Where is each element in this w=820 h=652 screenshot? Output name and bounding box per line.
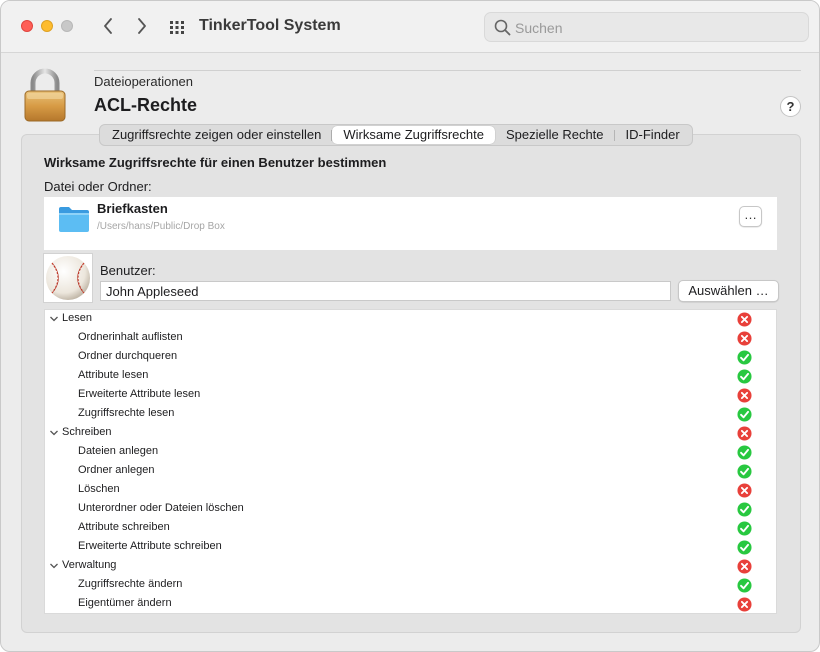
window-title: TinkerTool System [199,17,341,34]
denied-x-icon [737,388,752,403]
permission-label: Ordner durchqueren [78,350,178,362]
help-button[interactable]: ? [780,96,801,117]
permission-label: Schreiben [62,426,112,438]
search-field[interactable] [484,12,809,42]
granted-check-icon [737,464,752,479]
granted-check-icon [737,540,752,555]
permission-row[interactable]: Erweiterte Attribute schreiben [45,538,776,557]
permission-group-row[interactable]: Lesen [45,310,776,329]
page-title: ACL-Rechte [94,95,198,115]
denied-x-icon [737,597,752,612]
granted-check-icon [737,369,752,384]
permission-row[interactable]: Löschen [45,481,776,500]
permissions-list: Lesen Ordnerinhalt auflisten Ordner durchq… [44,309,777,614]
disclosure-chevron-icon[interactable] [49,561,59,571]
search-input[interactable] [515,18,795,38]
tab-show-set-permissions[interactable]: Zugriffsrechte zeigen oder einstellen [101,126,333,144]
permission-label: Erweiterte Attribute lesen [78,388,201,400]
permission-group-row[interactable]: Schreiben [45,424,776,443]
folder-icon [59,207,89,232]
permission-row[interactable]: Eigentümer ändern [45,595,776,614]
granted-check-icon [737,521,752,536]
back-button[interactable] [97,15,119,37]
permission-label: Löschen [78,483,120,495]
section-label: Dateioperationen [94,74,194,89]
permission-label: Unterordner oder Dateien löschen [78,502,244,514]
permission-label: Zugriffsrechte ändern [78,578,183,590]
permission-label: Dateien anlegen [78,445,159,457]
granted-check-icon [737,407,752,422]
file-path: /Users/hans/Public/Drop Box [97,221,225,232]
denied-x-icon [737,331,752,346]
header-divider [94,70,801,71]
permission-label: Eigentümer ändern [78,597,172,609]
permission-row[interactable]: Attribute lesen [45,367,776,386]
permission-label: Attribute lesen [78,369,149,381]
file-name: Briefkasten [97,201,168,216]
app-window: TinkerTool System Dateio [0,0,820,652]
permission-row[interactable]: Unterordner oder Dateien löschen [45,500,776,519]
permission-label: Zugriffsrechte lesen [78,407,175,419]
file-or-folder-label: Datei oder Ordner: [44,179,152,194]
permission-row[interactable]: Attribute schreiben [45,519,776,538]
tab-id-finder[interactable]: ID-Finder [615,126,691,144]
permission-row[interactable]: Erweiterte Attribute lesen [45,386,776,405]
permission-row[interactable]: Ordner anlegen [45,462,776,481]
granted-check-icon [737,578,752,593]
lock-icon[interactable] [23,67,67,123]
panel-heading: Wirksame Zugriffsrechte für einen Benutz… [44,155,387,170]
permission-row[interactable]: Zugriffsrechte lesen [45,405,776,424]
tab-bar: Zugriffsrechte zeigen oder einstellen Wi… [99,124,693,146]
granted-check-icon [737,445,752,460]
show-all-grid-icon[interactable] [169,19,185,35]
choose-user-button[interactable]: Auswählen … [678,280,779,302]
disclosure-chevron-icon[interactable] [49,428,59,438]
forward-button[interactable] [131,15,153,37]
user-field[interactable] [100,281,671,301]
denied-x-icon [737,483,752,498]
permission-label: Ordner anlegen [78,464,155,476]
search-icon [494,19,511,36]
denied-x-icon [737,426,752,441]
permission-group-row[interactable]: Verwaltung [45,557,776,576]
permission-label: Ordnerinhalt auflisten [78,331,183,343]
user-avatar [43,253,93,303]
permission-row[interactable]: Dateien anlegen [45,443,776,462]
permission-row[interactable]: Zugriffsrechte ändern [45,576,776,595]
denied-x-icon [737,559,752,574]
tab-effective-permissions[interactable]: Wirksame Zugriffsrechte [332,126,495,144]
permission-row[interactable]: Ordnerinhalt auflisten [45,329,776,348]
user-label: Benutzer: [100,263,156,278]
zoom-window-button[interactable] [61,20,73,32]
permission-label: Erweiterte Attribute schreiben [78,540,222,552]
chevron-left-icon [104,18,112,34]
minimize-window-button[interactable] [41,20,53,32]
granted-check-icon [737,350,752,365]
denied-x-icon [737,312,752,327]
permission-label: Lesen [62,312,92,324]
permission-label: Verwaltung [62,559,117,571]
permission-label: Attribute schreiben [78,521,170,533]
file-drop-box[interactable]: Briefkasten /Users/hans/Public/Drop Box … [44,197,777,250]
close-window-button[interactable] [21,20,33,32]
tab-special-permissions[interactable]: Spezielle Rechte [495,126,615,144]
granted-check-icon [737,502,752,517]
permission-row[interactable]: Ordner durchqueren [45,348,776,367]
toolbar: TinkerTool System [1,1,819,53]
browse-file-button[interactable]: … [739,206,762,227]
chevron-right-icon [138,18,146,34]
disclosure-chevron-icon[interactable] [49,314,59,324]
baseball-icon [46,256,90,300]
